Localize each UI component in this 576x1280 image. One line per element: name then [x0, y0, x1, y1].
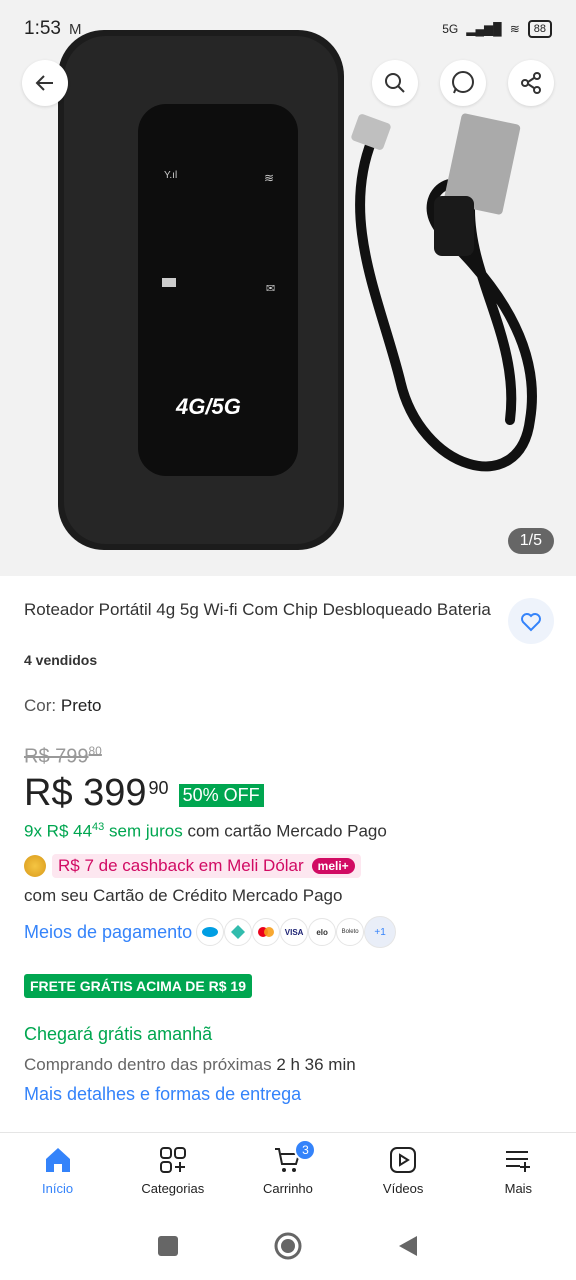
- wifi-icon: ≋: [509, 22, 520, 36]
- mercado-pago-icon: [196, 918, 225, 946]
- search-icon: [385, 73, 405, 93]
- meli-plus-badge: meli+: [311, 858, 355, 874]
- battery-indicator: 88: [527, 20, 552, 38]
- svg-text:✉: ✉: [266, 283, 275, 295]
- system-navigation-bar: [0, 1212, 576, 1280]
- nav-categories[interactable]: Categorias: [115, 1133, 230, 1212]
- installments-interest: sem juros: [109, 821, 183, 841]
- sold-count: 4 vendidos: [24, 652, 98, 668]
- current-price: R$ 399 90 50% OFF: [24, 772, 264, 815]
- cashback-box: R$ 7 de cashback em Meli Dólar meli+: [52, 854, 361, 878]
- free-shipping-badge: FRETE GRÁTIS ACIMA DE R$ 19: [24, 974, 252, 998]
- search-button[interactable]: [372, 60, 418, 106]
- original-price: R$ 79980: [24, 744, 102, 769]
- boleto-icon: Boleto: [336, 918, 365, 946]
- cashback-card-text: com seu Cartão de Crédito Mercado Pago: [24, 886, 343, 905]
- color-selector[interactable]: Cor: Preto: [24, 696, 102, 716]
- pix-icon: [224, 918, 253, 946]
- nav-more[interactable]: Mais: [461, 1133, 576, 1212]
- original-price-main: R$ 799: [24, 745, 89, 768]
- share-button[interactable]: [508, 60, 554, 106]
- cashback-info: R$ 7 de cashback em Meli Dólar meli+: [24, 854, 361, 878]
- arrival-deadline-text: Comprando dentro das próximas: [24, 1055, 272, 1074]
- payment-methods-link[interactable]: Meios de pagamento: [24, 922, 192, 943]
- share-icon: [521, 72, 541, 94]
- payment-methods: Meios de pagamento VISA elo Boleto +1: [24, 916, 397, 948]
- price-cents: 90: [148, 778, 169, 798]
- home-circle-icon[interactable]: [273, 1231, 303, 1261]
- svg-text:≋: ≋: [264, 171, 274, 185]
- network-type: 5G: [442, 22, 459, 36]
- back-triangle-icon[interactable]: [397, 1234, 419, 1258]
- nav-categories-label: Categorias: [141, 1181, 205, 1196]
- delivery-details-link[interactable]: Mais detalhes e formas de entrega: [24, 1084, 301, 1105]
- signal-icon: ▂▄▆█: [466, 22, 502, 36]
- arrival-deadline-time: 2 h 36 min: [276, 1055, 356, 1074]
- arrival-deadline: Comprando dentro das próximas 2 h 36 min: [24, 1055, 356, 1075]
- product-title: Roteador Portátil 4g 5g Wi-fi Com Chip D…: [24, 600, 491, 619]
- nav-home[interactable]: Início: [0, 1133, 115, 1212]
- bottom-navigation: Início Categorias 3 Carrinho Vídeos Mais: [0, 1132, 576, 1212]
- product-image-gallery[interactable]: Y.ıl ≋ ✉ 4G/5G 1/5: [0, 0, 576, 576]
- nav-more-label: Mais: [504, 1181, 533, 1196]
- categories-icon: [159, 1147, 186, 1173]
- nav-home-label: Início: [42, 1181, 74, 1196]
- mastercard-icon: [252, 918, 281, 946]
- back-button[interactable]: [22, 60, 68, 106]
- installments-cents: 43: [92, 821, 105, 833]
- nav-videos[interactable]: Vídeos: [346, 1133, 461, 1212]
- cashback-text: R$ 7 de cashback em Meli Dólar: [58, 856, 304, 875]
- status-bar: 1:53 M 5G ▂▄▆█ ≋ 88: [0, 0, 576, 58]
- more-payment-methods[interactable]: +1: [364, 916, 397, 948]
- arrow-left-icon: [35, 75, 53, 91]
- arrival-info: Chegará grátis amanhã: [24, 1024, 213, 1044]
- status-time: 1:53: [24, 18, 61, 39]
- elo-icon: elo: [308, 918, 337, 946]
- price-main: R$ 399: [24, 772, 147, 814]
- cart-count-badge: 3: [294, 1139, 317, 1161]
- heart-icon: [521, 613, 541, 632]
- video-play-icon: [390, 1147, 417, 1173]
- color-value: Preto: [60, 696, 102, 715]
- svg-text:Y.ıl: Y.ıl: [164, 170, 177, 181]
- nav-cart-label: Carrinho: [263, 1181, 313, 1196]
- visa-icon: VISA: [280, 918, 309, 946]
- installments-value: 9x R$ 44: [24, 821, 93, 841]
- menu-plus-icon: [506, 1151, 531, 1172]
- original-price-cents: 80: [88, 744, 102, 758]
- favorite-button[interactable]: [508, 598, 554, 644]
- product-image: Y.ıl ≋ ✉ 4G/5G: [58, 30, 537, 550]
- nav-cart[interactable]: 3 Carrinho: [230, 1133, 345, 1212]
- home-icon: [45, 1148, 70, 1172]
- installments-card: com cartão Mercado Pago: [187, 821, 387, 841]
- color-label: Cor:: [24, 696, 57, 715]
- recents-icon[interactable]: [157, 1235, 179, 1257]
- discount-badge: 50% OFF: [178, 784, 264, 807]
- coin-icon: [24, 855, 46, 877]
- whatsapp-icon: [452, 71, 474, 94]
- whatsapp-share-button[interactable]: [440, 60, 486, 106]
- installments-info: 9x R$ 4443 sem juros com cartão Mercado …: [24, 821, 387, 842]
- svg-text:4G/5G: 4G/5G: [175, 394, 241, 419]
- gmail-icon: M: [68, 20, 82, 38]
- nav-videos-label: Vídeos: [382, 1181, 424, 1196]
- image-counter: 1/5: [507, 528, 554, 554]
